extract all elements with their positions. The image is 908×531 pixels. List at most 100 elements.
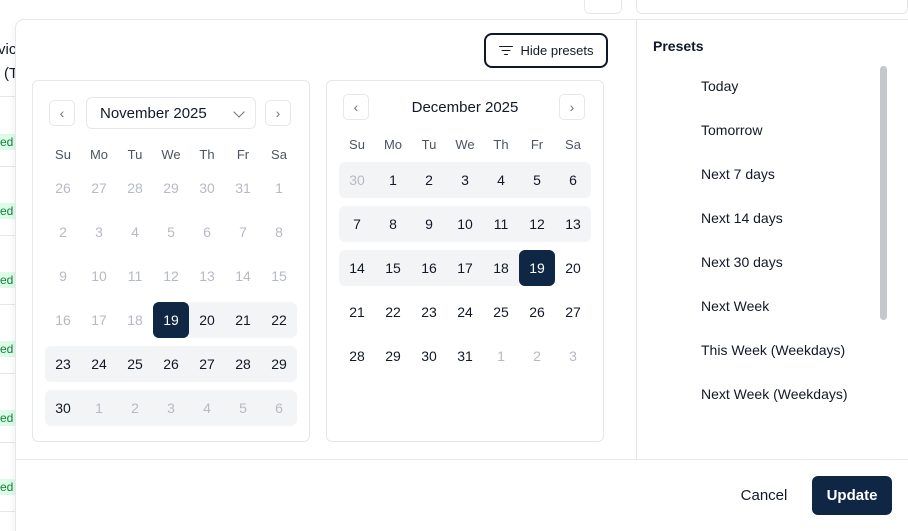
- day-cell-in-range[interactable]: 3: [447, 162, 483, 198]
- day-cell-in-range[interactable]: 13: [555, 206, 591, 242]
- day-cell-in-range[interactable]: 11: [483, 206, 519, 242]
- month-select[interactable]: November 2025: [86, 97, 256, 129]
- day-cell[interactable]: 1: [261, 170, 297, 206]
- day-cell[interactable]: 12: [153, 258, 189, 294]
- background-table-edge: vic (T ed ed ed ed ed ed: [0, 0, 16, 531]
- day-cell-in-range[interactable]: 5: [519, 162, 555, 198]
- weekday-label: Mo: [89, 147, 109, 162]
- day-cell-in-range-outside[interactable]: 5: [225, 390, 261, 426]
- day-cell[interactable]: 30: [189, 170, 225, 206]
- cancel-button[interactable]: Cancel: [724, 476, 804, 514]
- day-cell-in-range[interactable]: 7: [339, 206, 375, 242]
- day-cell[interactable]: 23: [411, 294, 447, 330]
- day-cell-in-range[interactable]: 1: [375, 162, 411, 198]
- day-cell[interactable]: 20: [555, 250, 591, 286]
- day-cell[interactable]: 8: [261, 214, 297, 250]
- day-cell-in-range-outside[interactable]: 1: [81, 390, 117, 426]
- day-cell[interactable]: 26: [519, 294, 555, 330]
- day-cell[interactable]: 16: [45, 302, 81, 338]
- day-cell-selected-end[interactable]: 19: [519, 250, 555, 286]
- preset-item[interactable]: Next 14 days: [653, 196, 875, 240]
- day-cell[interactable]: 9: [45, 258, 81, 294]
- day-cell[interactable]: 27: [81, 170, 117, 206]
- day-cell[interactable]: 6: [189, 214, 225, 250]
- day-cell[interactable]: 29: [153, 170, 189, 206]
- day-cell-in-range[interactable]: 12: [519, 206, 555, 242]
- week-row: 16 17 18 19 20 21 22: [45, 302, 297, 338]
- preset-item[interactable]: Today: [653, 64, 875, 108]
- day-cell[interactable]: 25: [483, 294, 519, 330]
- day-cell[interactable]: 28: [117, 170, 153, 206]
- day-cell-selected-start[interactable]: 19: [153, 302, 189, 338]
- day-cell[interactable]: 28: [339, 338, 375, 374]
- day-cell[interactable]: 3: [555, 338, 591, 374]
- day-cell-in-range[interactable]: 9: [411, 206, 447, 242]
- day-cell-in-range[interactable]: 18: [483, 250, 519, 286]
- day-cell-in-range[interactable]: 2: [411, 162, 447, 198]
- day-cell-in-range[interactable]: 16: [411, 250, 447, 286]
- preset-item[interactable]: This Week (Weekdays): [653, 328, 875, 372]
- day-cell[interactable]: 30: [411, 338, 447, 374]
- preset-item[interactable]: Next 7 days: [653, 152, 875, 196]
- weekday-label: Fr: [236, 147, 250, 162]
- day-cell-in-range[interactable]: 28: [225, 346, 261, 382]
- day-cell-in-range[interactable]: 15: [375, 250, 411, 286]
- day-cell-in-range[interactable]: 14: [339, 250, 375, 286]
- day-cell[interactable]: 21: [339, 294, 375, 330]
- previous-month-button[interactable]: ‹: [49, 100, 75, 126]
- day-cell[interactable]: 1: [483, 338, 519, 374]
- day-cell[interactable]: 5: [153, 214, 189, 250]
- day-cell[interactable]: 27: [555, 294, 591, 330]
- day-cell-in-range[interactable]: 21: [225, 302, 261, 338]
- day-cell[interactable]: 4: [117, 214, 153, 250]
- day-cell[interactable]: 11: [117, 258, 153, 294]
- day-cell-in-range[interactable]: 4: [483, 162, 519, 198]
- day-cell[interactable]: 13: [189, 258, 225, 294]
- day-cell[interactable]: 14: [225, 258, 261, 294]
- day-cell-in-range-outside[interactable]: 6: [261, 390, 297, 426]
- scrollbar-thumb[interactable]: [880, 66, 887, 320]
- day-cell-in-range[interactable]: 24: [81, 346, 117, 382]
- day-cell[interactable]: 2: [519, 338, 555, 374]
- day-cell[interactable]: 7: [225, 214, 261, 250]
- day-cell[interactable]: 31: [447, 338, 483, 374]
- preset-item[interactable]: Tomorrow: [653, 108, 875, 152]
- day-cell[interactable]: 24: [447, 294, 483, 330]
- day-cell-in-range[interactable]: 10: [447, 206, 483, 242]
- day-cell[interactable]: 17: [81, 302, 117, 338]
- day-cell-in-range[interactable]: 17: [447, 250, 483, 286]
- day-cell-in-range[interactable]: 26: [153, 346, 189, 382]
- next-month-button[interactable]: ›: [265, 100, 291, 126]
- day-cell-in-range[interactable]: 30: [45, 390, 81, 426]
- day-cell-in-range[interactable]: 6: [555, 162, 591, 198]
- day-cell[interactable]: 22: [375, 294, 411, 330]
- day-cell-in-range[interactable]: 25: [117, 346, 153, 382]
- preset-item[interactable]: Next Week: [653, 284, 875, 328]
- day-cell-in-range[interactable]: 8: [375, 206, 411, 242]
- day-cell[interactable]: 15: [261, 258, 297, 294]
- weekday-label: Sa: [271, 147, 287, 162]
- day-cell[interactable]: 26: [45, 170, 81, 206]
- day-cell-in-range-outside[interactable]: 2: [117, 390, 153, 426]
- day-cell-in-range-outside[interactable]: 3: [153, 390, 189, 426]
- next-month-button[interactable]: ›: [559, 94, 585, 120]
- day-cell-in-range[interactable]: 29: [261, 346, 297, 382]
- day-cell[interactable]: 3: [81, 214, 117, 250]
- day-cell-in-range-outside[interactable]: 4: [189, 390, 225, 426]
- day-cell-in-range[interactable]: 23: [45, 346, 81, 382]
- day-cell[interactable]: 31: [225, 170, 261, 206]
- day-cell-in-range[interactable]: 27: [189, 346, 225, 382]
- preset-item[interactable]: Next 30 days: [653, 240, 875, 284]
- hide-presets-button[interactable]: Hide presets: [484, 33, 608, 68]
- weekday-label: Sa: [565, 137, 581, 152]
- day-cell-in-range[interactable]: 22: [261, 302, 297, 338]
- preset-scrollbar[interactable]: [879, 64, 888, 416]
- update-button[interactable]: Update: [812, 476, 892, 515]
- day-cell[interactable]: 18: [117, 302, 153, 338]
- day-cell[interactable]: 29: [375, 338, 411, 374]
- day-cell[interactable]: 10: [81, 258, 117, 294]
- day-cell-in-range-outside[interactable]: 30: [339, 162, 375, 198]
- day-cell[interactable]: 2: [45, 214, 81, 250]
- preset-item[interactable]: Next Week (Weekdays): [653, 372, 875, 416]
- day-cell-in-range[interactable]: 20: [189, 302, 225, 338]
